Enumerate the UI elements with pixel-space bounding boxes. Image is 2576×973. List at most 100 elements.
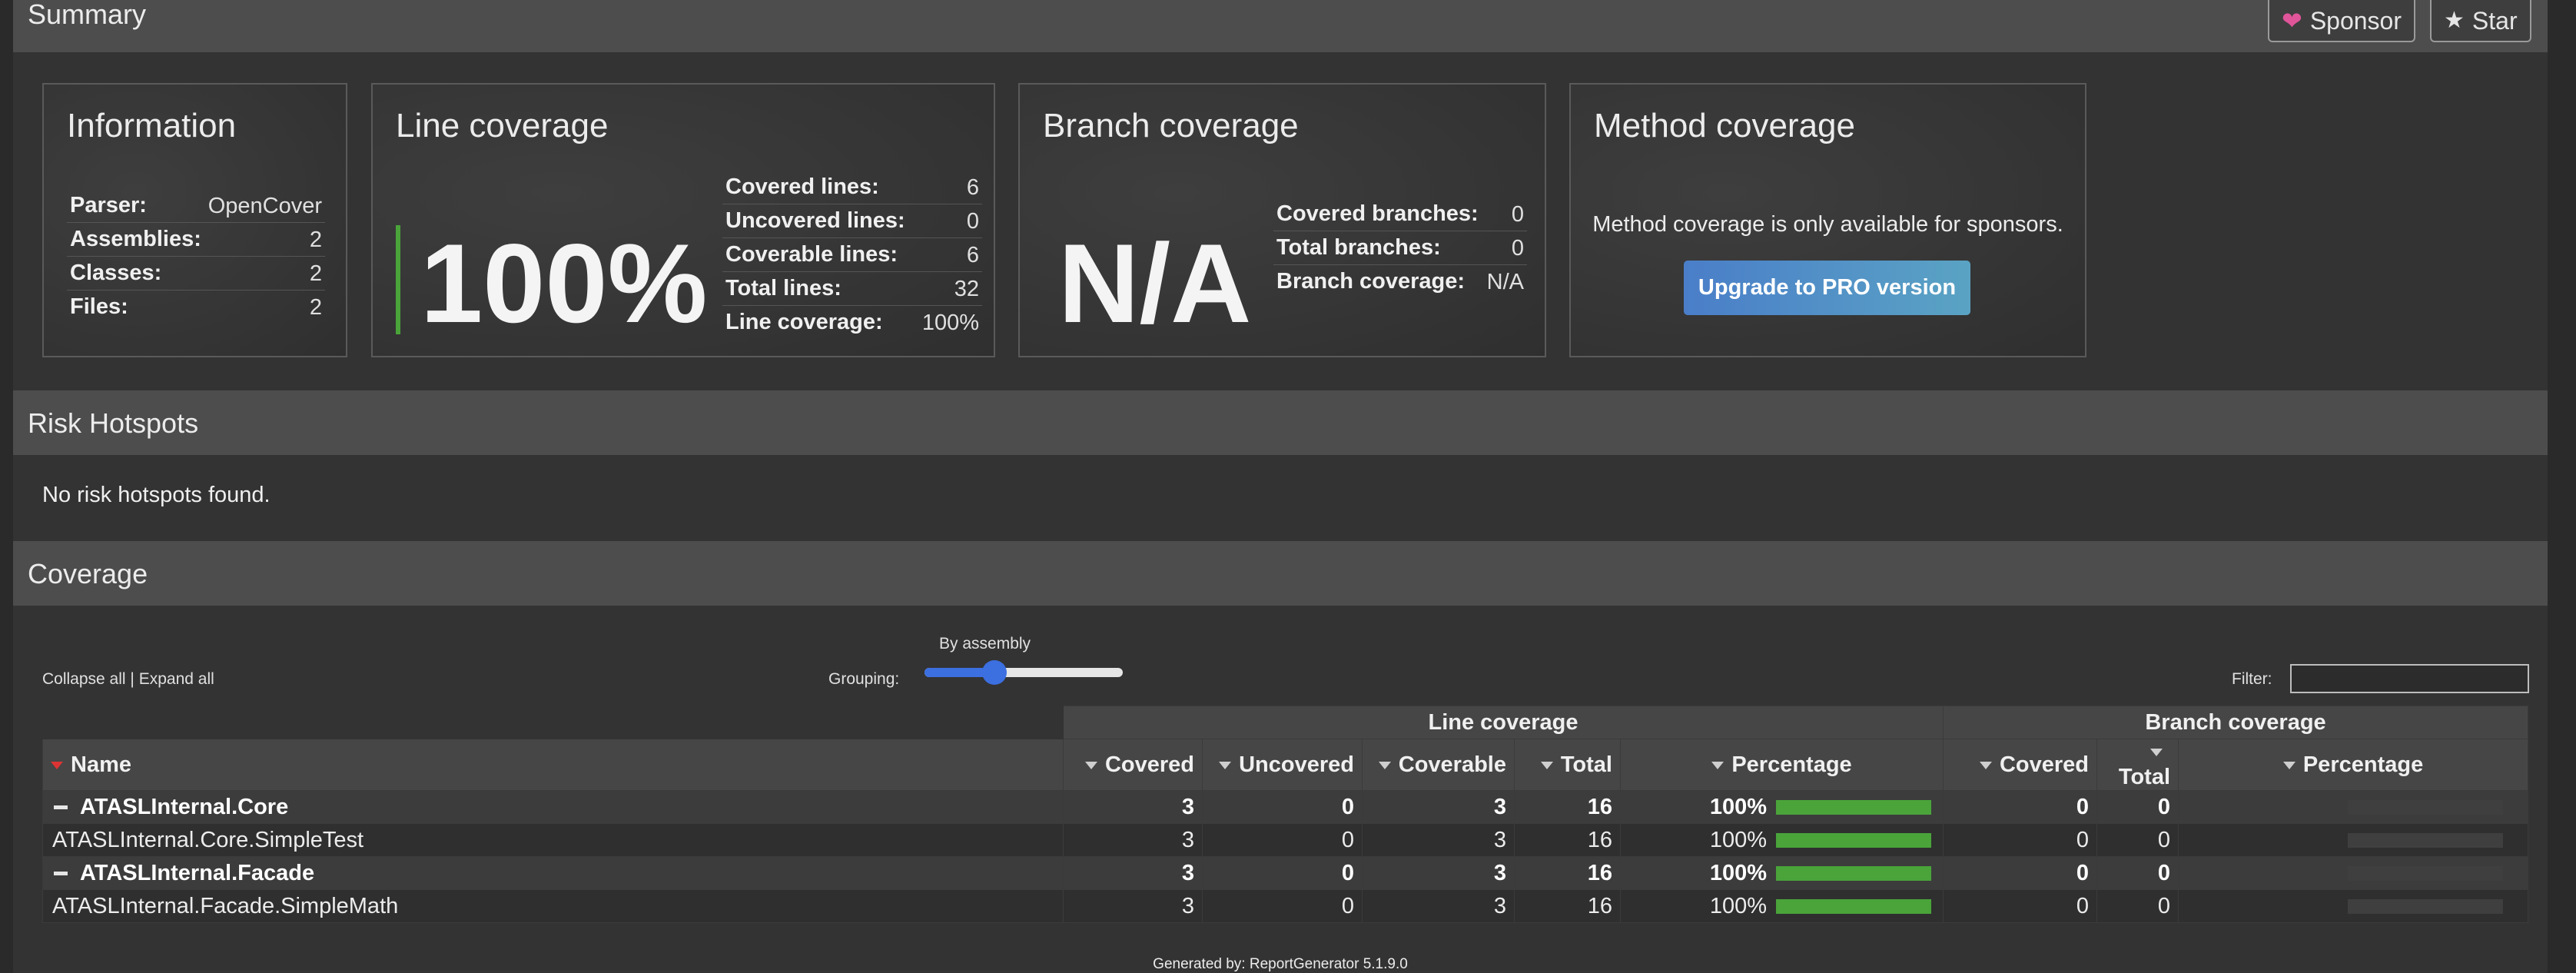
row-name-cell[interactable]: ATASLInternal.Core <box>42 790 1064 824</box>
line-label: Coverable lines: <box>722 237 917 272</box>
collapse-minus-icon[interactable] <box>54 872 68 876</box>
summary-header: Summary <box>13 0 2548 52</box>
sort-icon <box>2150 749 2163 757</box>
branch-coverage-big-value: N/A <box>1058 221 1252 346</box>
row-name-link[interactable]: ATASLInternal.Core.SimpleTest <box>52 828 363 852</box>
percentage-column-header[interactable]: Percentage <box>1619 739 1944 791</box>
heart-icon: ❤ <box>2282 6 2302 35</box>
name-column-label: Name <box>71 752 131 777</box>
coverable-column-header[interactable]: Coverable <box>1362 739 1515 791</box>
coverage-header: Coverage <box>13 541 2548 606</box>
filter-input[interactable] <box>2290 664 2529 693</box>
total-cell: 16 <box>1514 823 1621 857</box>
branch-value: 0 <box>1483 231 1527 265</box>
row-name-link[interactable]: ATASLInternal.Facade.SimpleMath <box>52 894 398 918</box>
sponsor-button[interactable]: ❤ Sponsor <box>2268 0 2415 42</box>
grouping-label: Grouping: <box>828 670 900 688</box>
uncovered-cell: 0 <box>1202 790 1363 824</box>
footer-generated: Generated by: ReportGenerator 5.1.9.0 <box>1153 956 1408 972</box>
sort-icon <box>1711 761 1725 769</box>
branch-total-column-label: Total <box>2118 765 2171 789</box>
star-icon: ★ <box>2444 7 2465 33</box>
information-title: Information <box>67 107 237 144</box>
risk-hotspots-header: Risk Hotspots <box>13 390 2548 455</box>
grouping-value: By assembly <box>925 635 1123 653</box>
line-coverage-accent-bar <box>396 225 400 334</box>
sort-icon <box>2282 761 2295 769</box>
total-cell: 16 <box>1514 889 1621 923</box>
branch-covered-cell: 0 <box>1943 823 2098 857</box>
branch-label: Total branches: <box>1273 231 1484 265</box>
uncovered-column-header[interactable]: Uncovered <box>1202 739 1363 791</box>
branch-label: Branch coverage: <box>1276 269 1465 294</box>
line-value: 6 <box>916 171 982 204</box>
line-row: Uncovered lines: 0 <box>722 204 982 238</box>
uncovered-cell: 0 <box>1202 823 1363 857</box>
line-coverage-bar <box>1776 833 1931 848</box>
risk-hotspots-title: Risk Hotspots <box>28 407 199 439</box>
line-coverage-bar-fill <box>1776 800 1931 815</box>
branch-covered-column-header[interactable]: Covered <box>1943 739 2098 791</box>
info-label: Files: <box>70 294 128 319</box>
line-label: Covered lines: <box>722 171 917 204</box>
branch-value: N/A <box>1486 269 1524 294</box>
branch-percentage-column-header[interactable]: Percentage <box>2178 739 2529 791</box>
sort-icon <box>1378 761 1391 769</box>
line-coverage-bar-fill <box>1776 866 1931 882</box>
percentage-value: 100% <box>1709 794 1767 819</box>
line-row: Line coverage: 100% <box>722 306 982 340</box>
grouping-slider[interactable] <box>925 660 1123 685</box>
coverable-cell: 3 <box>1362 856 1515 890</box>
info-row: Parser: OpenCover <box>67 189 325 223</box>
branch-total-column-header[interactable]: Total <box>2096 739 2179 791</box>
assembly-row[interactable]: ATASLInternal.Facade 3 0 3 16 100% 0 0 <box>42 856 2529 890</box>
expand-all-link[interactable]: Expand all <box>139 670 214 688</box>
row-name-cell[interactable]: ATASLInternal.Facade.SimpleMath <box>42 889 1064 923</box>
star-button[interactable]: ★ Star <box>2430 0 2531 42</box>
collapse-all-link[interactable]: Collapse all <box>42 670 126 688</box>
branch-covered-cell: 0 <box>1943 889 2098 923</box>
sort-icon <box>1979 761 1992 769</box>
class-row[interactable]: ATASLInternal.Facade.SimpleMath 3 0 3 16 100%… <box>42 889 2529 923</box>
filter-label: Filter: <box>2232 670 2272 688</box>
branch-row: Branch coverage: N/A <box>1273 265 1527 299</box>
coverage-title: Coverage <box>28 558 148 589</box>
coverable-column-label: Coverable <box>1398 752 1506 777</box>
branch-coverage-bar <box>2348 866 2504 882</box>
line-value: 6 <box>916 237 982 272</box>
info-value: 2 <box>204 256 325 291</box>
collapse-expand-controls: Collapse all | Expand all <box>42 670 214 689</box>
total-column-header[interactable]: Total <box>1514 739 1621 791</box>
line-coverage-big-value: 100% <box>420 221 708 346</box>
line-label: Uncovered lines: <box>722 204 917 238</box>
branch-covered-cell: 0 <box>1943 856 2098 890</box>
name-column-header[interactable]: Name <box>42 739 1064 791</box>
line-value: 100% <box>921 310 979 335</box>
covered-column-header[interactable]: Covered <box>1063 739 1203 791</box>
coverable-cell: 3 <box>1362 823 1515 857</box>
uncovered-cell: 0 <box>1202 856 1363 890</box>
upgrade-pro-button[interactable]: Upgrade to PRO version <box>1684 261 1970 315</box>
branch-coverage-card: Branch coverage N/A Covered branches: 0 T… <box>1018 83 1546 357</box>
branch-coverage-table: Covered branches: 0 Total branches: 0 Bran… <box>1273 198 1527 298</box>
column-header-row: Name Covered Uncovered Coverable Total P… <box>42 739 2529 791</box>
link-separator: | <box>130 670 134 688</box>
info-label: Classes: <box>67 256 205 291</box>
grouping-slider-thumb[interactable] <box>981 660 1007 685</box>
row-name-cell[interactable]: ATASLInternal.Core.SimpleTest <box>42 823 1064 857</box>
class-row[interactable]: ATASLInternal.Core.SimpleTest 3 0 3 16 100% 0 0 <box>42 823 2529 857</box>
line-coverage-bar-fill <box>1776 899 1931 915</box>
info-row: Assemblies: 2 <box>67 222 325 257</box>
line-coverage-group-header: Line coverage <box>1062 706 1944 739</box>
uncovered-column-label: Uncovered <box>1239 752 1354 777</box>
branch-coverage-group-header: Branch coverage <box>1943 706 2529 739</box>
collapse-minus-icon[interactable] <box>54 805 68 810</box>
branch-coverage-bar <box>2348 833 2504 848</box>
assembly-row[interactable]: ATASLInternal.Core 3 0 3 16 100% 0 0 <box>42 790 2529 824</box>
line-label: Total lines: <box>722 271 917 306</box>
method-coverage-title: Method coverage <box>1594 107 1855 144</box>
line-label: Line coverage: <box>725 310 883 334</box>
branch-coverage-bar <box>2348 899 2504 915</box>
row-name-cell[interactable]: ATASLInternal.Facade <box>42 856 1064 890</box>
coverage-table: Line coverage Branch coverage Name Cover… <box>42 706 2529 923</box>
